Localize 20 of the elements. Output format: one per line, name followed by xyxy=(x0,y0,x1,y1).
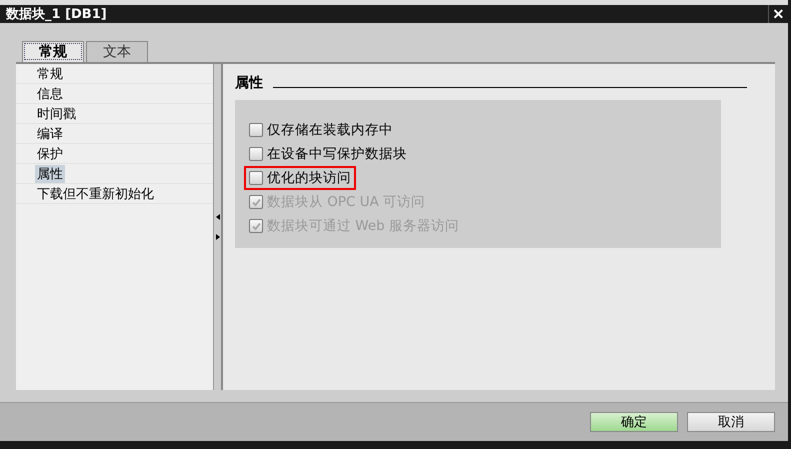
tab[interactable]: 常规 xyxy=(22,41,84,62)
nav-item[interactable]: 时间戳 xyxy=(35,104,78,122)
nav-item[interactable]: 下载但不重新初始化 xyxy=(35,184,156,202)
window-title: 数据块_1 [DB1] xyxy=(4,6,107,23)
check-mark-icon xyxy=(250,196,262,208)
expand-right-icon[interactable] xyxy=(216,234,220,240)
nav-item[interactable]: 常规 xyxy=(35,64,65,82)
nav-item[interactable]: 保护 xyxy=(35,144,65,162)
section-title: 属性 xyxy=(235,74,263,92)
nav-item[interactable]: 属性 xyxy=(35,164,65,182)
checkbox[interactable]: 优化的块访问 xyxy=(249,169,351,187)
check-mark-icon xyxy=(250,220,262,232)
checkbox[interactable]: 在设备中写保护数据块 xyxy=(249,145,407,163)
cancel-button[interactable]: 取消 xyxy=(687,412,775,432)
tab[interactable]: 文本 xyxy=(86,41,148,62)
ok-button[interactable]: 确定 xyxy=(590,412,678,432)
nav-item[interactable]: 编译 xyxy=(35,124,65,142)
collapse-left-icon[interactable] xyxy=(216,214,220,220)
checkbox[interactable]: 仅存储在装载内存中 xyxy=(249,121,393,139)
nav-item[interactable]: 信息 xyxy=(35,84,65,102)
